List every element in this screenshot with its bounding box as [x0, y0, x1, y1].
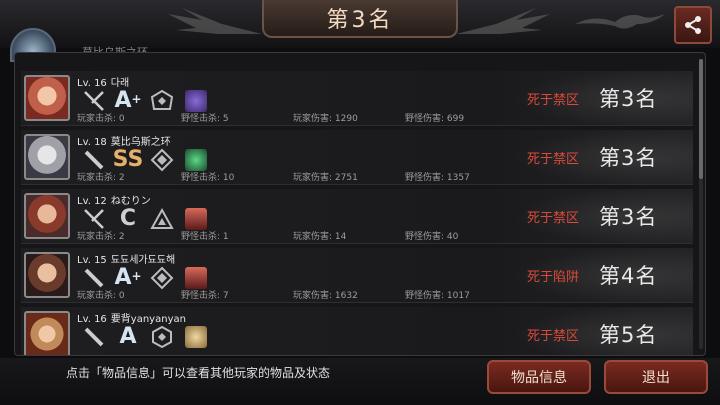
avatar[interactable]	[24, 75, 70, 121]
diamond-emblem-icon	[149, 265, 175, 291]
monster-kills: 野怪击杀: 1	[181, 232, 229, 242]
gear-emblem-icon	[149, 88, 175, 114]
rank-label: 第4名	[599, 264, 658, 288]
death-cause: 死于陷阱	[527, 270, 580, 285]
player-level: Lv. 16 다래	[77, 74, 129, 89]
scrollbar[interactable]	[699, 59, 703, 349]
player-level: Lv. 18 莫比乌斯之环	[77, 133, 171, 148]
bird-silhouette-icon	[575, 14, 665, 29]
rank-label: 第3名	[599, 205, 658, 229]
monster-kills: 野怪击杀: 7	[181, 291, 229, 301]
avatar[interactable]	[24, 252, 70, 298]
player-level: Lv. 15 됴됴세가됴됴해	[77, 251, 175, 266]
monster-damage: 野怪伤害: 1357	[405, 173, 470, 183]
player-level: Lv. 16 要背yanyanyan	[77, 310, 186, 325]
knife-icon	[81, 324, 107, 350]
right-wing-ornament	[456, 8, 550, 34]
grade-text: A	[119, 324, 137, 349]
result-row[interactable]: Lv. 15 됴됴세가됴됴해 A + 玩家击杀: 0 野怪击杀: 7 玩家伤害: 1…	[21, 248, 693, 303]
hexagon-emblem-icon	[149, 324, 175, 350]
grade-plus: +	[131, 269, 142, 283]
page-title: 第3名	[326, 8, 394, 33]
death-cause: 死于禁区	[527, 211, 580, 226]
scroll-thumb[interactable]	[699, 59, 703, 179]
player-kills: 玩家击杀: 0	[77, 291, 125, 301]
avatar[interactable]	[24, 193, 70, 239]
grade-plus: +	[131, 92, 142, 106]
item-info-button[interactable]: 物品信息	[487, 360, 591, 394]
left-wing-ornament	[168, 8, 262, 34]
monster-damage: 野怪伤害: 699	[405, 114, 465, 124]
player-damage: 玩家伤害: 14	[293, 232, 347, 242]
triangle-emblem-icon	[149, 206, 175, 232]
monster-kills: 野怪击杀: 10	[181, 173, 235, 183]
item-icon[interactable]	[183, 324, 209, 350]
share-icon	[685, 16, 701, 34]
player-level: Lv. 12 ねむりン	[77, 192, 151, 207]
rank-label: 第5名	[599, 323, 658, 347]
result-row[interactable]: Lv. 18 莫比乌斯之环 SS 玩家击杀: 2 野怪击杀: 10 玩家伤害: 2…	[21, 130, 693, 185]
death-cause: 死于禁区	[527, 152, 580, 167]
monster-kills: 野怪击杀: 5	[181, 114, 229, 124]
monster-damage: 野怪伤害: 40	[405, 232, 459, 242]
hint-text: 点击「物品信息」可以查看其他玩家的物品及状态	[66, 366, 331, 380]
player-damage: 玩家伤害: 1290	[293, 114, 358, 124]
exit-button[interactable]: 退出	[604, 360, 708, 394]
avatar[interactable]	[24, 311, 70, 355]
results-panel[interactable]: Lv. 16 다래 A + 玩家击杀: 0 野怪击杀: 5 玩家伤害: 1290 野…	[14, 52, 706, 356]
result-row[interactable]: Lv. 16 다래 A + 玩家击杀: 0 野怪击杀: 5 玩家伤害: 1290 野…	[21, 71, 693, 126]
rank-label: 第3名	[599, 146, 658, 170]
avatar[interactable]	[24, 134, 70, 180]
share-button[interactable]	[674, 6, 712, 44]
death-cause: 死于禁区	[527, 329, 580, 344]
grade-badge: A	[115, 324, 141, 350]
equipment-icons: A	[81, 324, 209, 350]
title-plate: 第3名	[262, 0, 458, 38]
result-row[interactable]: Lv. 12 ねむりン C 玩家击杀: 2 野怪击杀: 1 玩家伤害: 14 野怪…	[21, 189, 693, 244]
player-kills: 玩家击杀: 2	[77, 173, 125, 183]
diamond-emblem-icon	[149, 147, 175, 173]
monster-damage: 野怪伤害: 1017	[405, 291, 470, 301]
death-cause: 死于禁区	[527, 93, 580, 108]
player-damage: 玩家伤害: 1632	[293, 291, 358, 301]
player-kills: 玩家击杀: 0	[77, 114, 125, 124]
player-damage: 玩家伤害: 2751	[293, 173, 358, 183]
player-kills: 玩家击杀: 2	[77, 232, 125, 242]
rank-label: 第3名	[599, 87, 658, 111]
result-row[interactable]: Lv. 16 要背yanyanyan A 死于禁区 第5名	[21, 307, 693, 355]
